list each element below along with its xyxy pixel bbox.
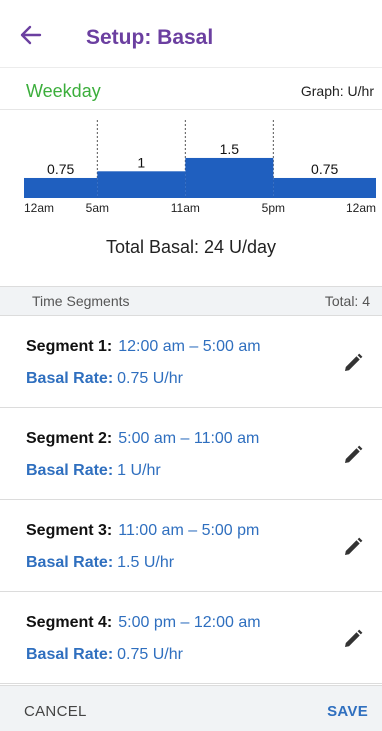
x-tick-label: 5pm <box>262 201 285 215</box>
segment-row-1[interactable]: Segment 1: 12:00 am – 5:00 am Basal Rate:… <box>0 316 382 408</box>
segment-row-3[interactable]: Segment 3: 11:00 am – 5:00 pm Basal Rate:… <box>0 500 382 592</box>
segment-rate-line: Basal Rate: 1 U/hr <box>26 462 161 480</box>
back-button[interactable] <box>18 24 44 46</box>
cancel-button[interactable]: CANCEL <box>24 703 87 720</box>
app-header: Setup: Basal <box>0 0 382 68</box>
basal-bar-2 <box>97 171 186 198</box>
basal-rate-label: Basal Rate: <box>26 554 114 571</box>
basal-bar-1 <box>24 177 98 198</box>
pencil-icon <box>345 629 363 647</box>
basal-rate-value: 1.5 U/hr <box>117 554 175 571</box>
segment-label: Segment 2: <box>26 430 113 447</box>
segment-time-line: Segment 2: 5:00 am – 11:00 am <box>26 430 259 448</box>
bar-value-label: 1.5 <box>220 141 240 157</box>
bar-value-label: 0.75 <box>311 161 338 177</box>
x-tick-label: 11am <box>171 201 200 215</box>
pencil-icon <box>345 353 363 371</box>
segment-rate-line: Basal Rate: 1.5 U/hr <box>26 554 174 572</box>
edit-segment-button[interactable] <box>342 628 364 650</box>
segment-time: 11:00 am – 5:00 pm <box>118 522 260 539</box>
segment-label: Segment 4: <box>26 614 113 631</box>
segment-time: 12:00 am – 5:00 am <box>118 338 261 355</box>
pencil-icon <box>345 537 363 555</box>
schedule-bar: Weekday Graph: U/hr <box>0 68 382 110</box>
segments-header: Time Segments Total: 4 <box>0 286 382 316</box>
footer-bar: CANCEL SAVE <box>0 685 382 731</box>
basal-rate-value: 1 U/hr <box>117 462 161 479</box>
segment-time: 5:00 am – 11:00 am <box>118 430 260 447</box>
segment-time-line: Segment 3: 11:00 am – 5:00 pm <box>26 522 259 540</box>
segments-total: Total: 4 <box>324 293 370 309</box>
segment-label: Segment 1: <box>26 338 113 355</box>
pencil-icon <box>345 445 363 463</box>
segment-label: Segment 3: <box>26 522 113 539</box>
basal-rate-label: Basal Rate: <box>26 370 114 387</box>
basal-rate-label: Basal Rate: <box>26 462 114 479</box>
arrow-left-icon <box>20 25 42 45</box>
graph-units-label: Graph: U/hr <box>300 83 374 99</box>
basal-chart: 0.75 1 1.5 0.75 12am 5am 11am 5pm 12am <box>24 120 376 215</box>
x-tick-label: 12am <box>24 201 54 215</box>
basal-graph: 0.75 1 1.5 0.75 12am 5am 11am 5pm 12am <box>0 110 382 286</box>
page-title: Setup: Basal <box>86 26 214 49</box>
basal-bar-3 <box>185 157 274 198</box>
schedule-name: Weekday <box>26 81 101 101</box>
basal-rate-label: Basal Rate: <box>26 646 114 663</box>
basal-rate-value: 0.75 U/hr <box>117 646 183 663</box>
edit-segment-button[interactable] <box>342 352 364 374</box>
segment-time-line: Segment 4: 5:00 pm – 12:00 am <box>26 614 261 632</box>
edit-segment-button[interactable] <box>342 444 364 466</box>
save-button[interactable]: SAVE <box>327 703 368 720</box>
segment-time-line: Segment 1: 12:00 am – 5:00 am <box>26 338 261 356</box>
segments-header-label: Time Segments <box>32 293 130 309</box>
bar-value-label: 0.75 <box>47 161 74 177</box>
segment-rate-line: Basal Rate: 0.75 U/hr <box>26 646 183 664</box>
bar-value-label: 1 <box>137 154 145 170</box>
edit-segment-button[interactable] <box>342 536 364 558</box>
basal-rate-value: 0.75 U/hr <box>117 370 183 387</box>
basal-bar-4 <box>273 177 376 198</box>
segment-row-2[interactable]: Segment 2: 5:00 am – 11:00 am Basal Rate:… <box>0 408 382 500</box>
segment-rate-line: Basal Rate: 0.75 U/hr <box>26 370 183 388</box>
segment-time: 5:00 pm – 12:00 am <box>118 614 261 631</box>
x-tick-label: 12am <box>346 201 376 215</box>
total-basal: Total Basal: 24 U/day <box>105 237 277 257</box>
x-tick-label: 5am <box>86 201 109 215</box>
segment-row-4[interactable]: Segment 4: 5:00 pm – 12:00 am Basal Rate:… <box>0 592 382 684</box>
